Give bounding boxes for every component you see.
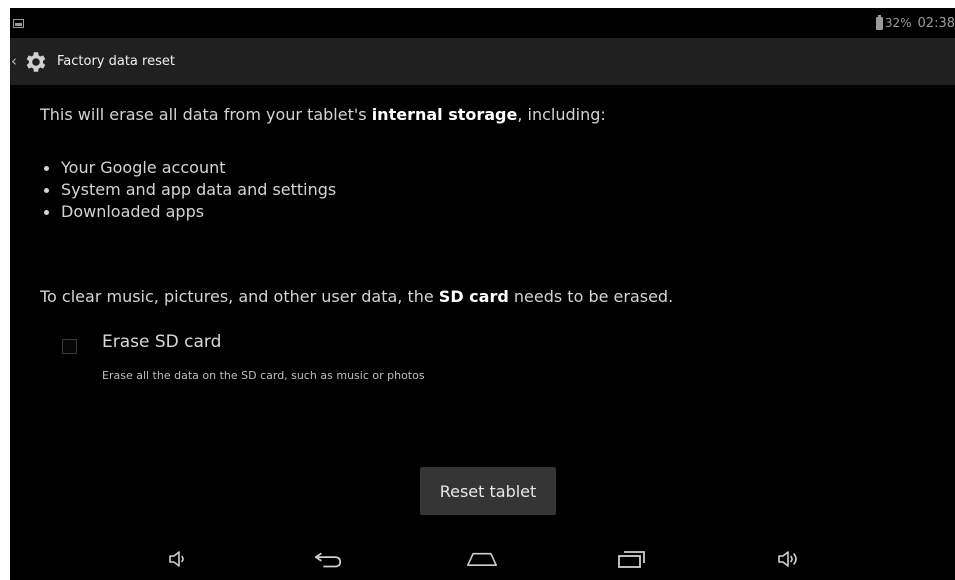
erase-sd-checkbox[interactable] — [62, 339, 77, 354]
gear-icon[interactable] — [22, 49, 48, 75]
reset-tablet-button[interactable]: Reset tablet — [420, 467, 556, 515]
navigation-bar — [10, 538, 955, 580]
erased-items-list: Your Google account System and app data … — [40, 157, 336, 223]
intro-prefix: This will erase all data from your table… — [40, 105, 372, 124]
erase-sd-description: Erase all the data on the SD card, such … — [102, 369, 425, 382]
notification-icon — [13, 19, 24, 28]
sd-suffix: needs to be erased. — [508, 287, 674, 306]
status-indicators: 32% 02:38 — [875, 14, 955, 31]
battery-icon — [875, 14, 883, 30]
back-icon[interactable] — [312, 543, 344, 575]
home-icon[interactable] — [466, 543, 498, 575]
page-title: Factory data reset — [57, 54, 175, 69]
list-item: System and app data and settings — [40, 179, 336, 201]
screen: 32% 02:38 ‹ Factory data reset This will… — [10, 8, 955, 580]
volume-up-icon[interactable] — [773, 543, 805, 575]
sd-bold: SD card — [438, 287, 509, 306]
clock: 02:38 — [917, 15, 955, 31]
intro-bold: internal storage — [371, 105, 518, 124]
sd-prefix: To clear music, pictures, and other user… — [40, 287, 439, 306]
up-navigation-icon[interactable]: ‹ — [11, 54, 19, 69]
recent-apps-icon[interactable] — [616, 543, 648, 575]
intro-text: This will erase all data from your table… — [40, 105, 606, 124]
sd-card-note: To clear music, pictures, and other user… — [40, 287, 673, 306]
erase-sd-label[interactable]: Erase SD card — [102, 332, 221, 352]
battery-percent: 32% — [884, 16, 912, 30]
list-item: Downloaded apps — [40, 201, 336, 223]
action-bar: ‹ Factory data reset — [10, 38, 955, 85]
status-bar: 32% 02:38 — [10, 8, 955, 38]
volume-down-icon[interactable] — [162, 543, 194, 575]
list-item: Your Google account — [40, 157, 336, 179]
intro-suffix: , including: — [517, 105, 606, 124]
